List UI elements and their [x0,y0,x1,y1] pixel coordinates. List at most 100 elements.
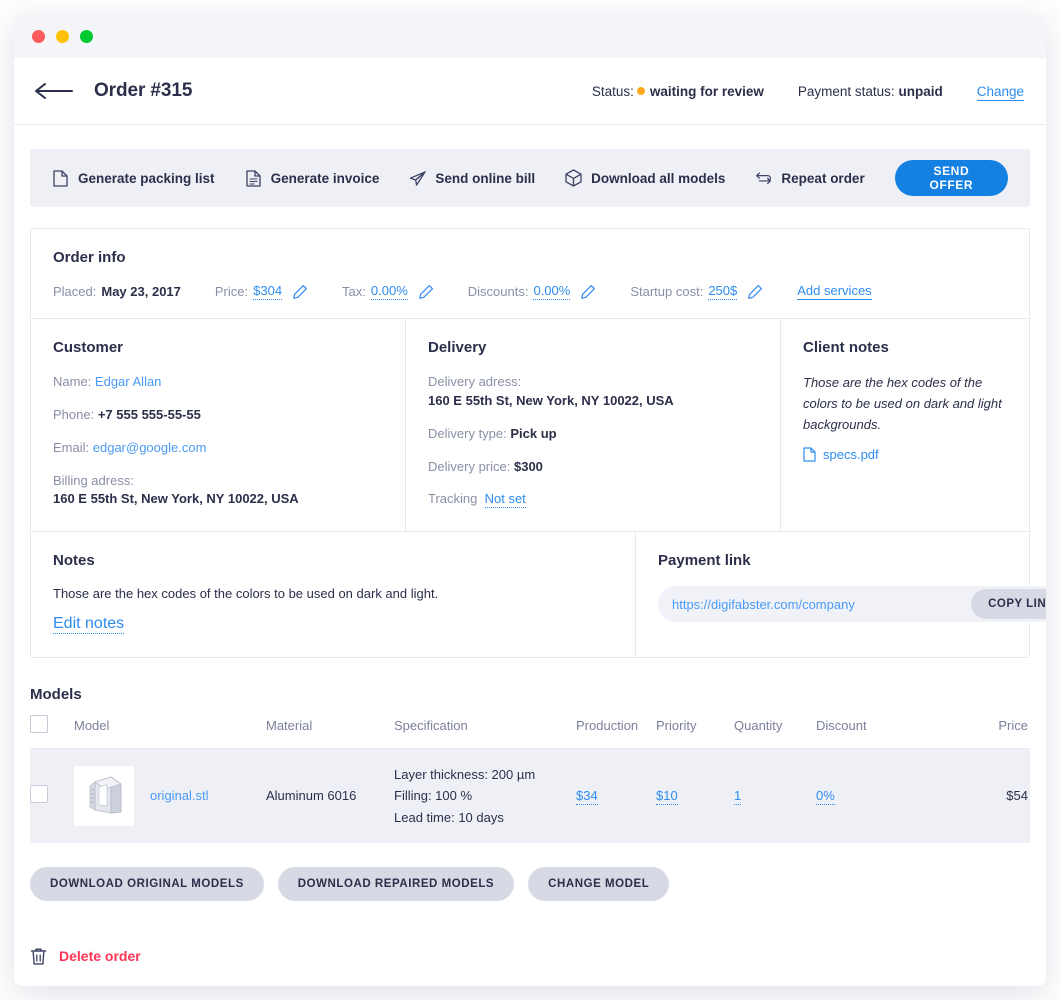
column-material: Material [266,715,394,749]
window-minimize-button[interactable] [56,30,69,43]
delivery-price-field: Delivery price: $300 [428,458,758,477]
payment-link-section: Payment link COPY LINK [636,532,1046,657]
edit-tax-pencil-icon[interactable] [418,284,434,300]
column-model: Model [74,715,266,749]
delivery-address-label: Delivery adress: [428,373,758,392]
add-services-link[interactable]: Add services [797,283,871,300]
spec-layer-thickness: Layer thickness: 200 µm [394,764,576,785]
models-table: Model Material Specification Production … [30,715,1030,843]
order-info-title: Order info [53,249,1007,266]
spec-filling: Filling: 100 % [394,785,576,806]
customer-name-link[interactable]: Edgar Allan [95,374,162,389]
arrow-left-icon[interactable] [34,81,76,101]
edit-discounts-pencil-icon[interactable] [580,284,596,300]
order-info-section: Order info Placed: May 23, 2017 Price: $… [31,229,1029,318]
spec-lead-time: Lead time: 10 days [394,807,576,828]
notes-payment-row: Notes Those are the hex codes of the col… [31,532,1029,657]
repeat-icon [755,169,772,187]
repeat-order-button[interactable]: Repeat order [755,169,864,187]
placed-value: May 23, 2017 [101,284,181,299]
row-checkbox[interactable] [30,785,48,803]
price-label: Price: [215,284,248,299]
customer-email-field: Email: edgar@google.com [53,439,383,458]
window-close-button[interactable] [32,30,45,43]
repeat-order-label: Repeat order [781,171,864,186]
customer-name-label: Name: [53,374,91,389]
table-row: original.stl Aluminum 6016 Layer thickne… [30,749,1030,843]
edit-startup-cost-pencil-icon[interactable] [747,284,763,300]
column-priority: Priority [656,715,734,749]
client-notes-text: Those are the hex codes of the colors to… [803,373,1007,435]
quantity-value-link[interactable]: 1 [734,788,741,805]
client-notes-attachment[interactable]: specs.pdf [803,447,1007,462]
row-model-cell: original.stl [74,749,266,843]
table-header-row: Model Material Specification Production … [30,715,1030,749]
customer-name-field: Name: Edgar Allan [53,373,383,392]
send-online-bill-button[interactable]: Send online bill [409,169,535,187]
column-production: Production [576,715,656,749]
delivery-address-field: Delivery adress: 160 E 55th St, New York… [428,373,758,411]
customer-phone-label: Phone: [53,407,94,422]
delete-order-button[interactable]: Delete order [30,947,1046,966]
discounts-field: Discounts: 0.00% [468,283,597,300]
discount-value-link[interactable]: 0% [816,788,835,805]
row-discount-cell: 0% [816,749,926,843]
status-badge: waiting for review [650,84,764,99]
notes-section: Notes Those are the hex codes of the col… [31,532,636,657]
generate-packing-list-button[interactable]: Generate packing list [52,169,215,187]
price-value-link[interactable]: $304 [253,283,282,300]
generate-packing-list-label: Generate packing list [78,171,215,186]
download-repaired-models-button[interactable]: DOWNLOAD REPAIRED MODELS [278,867,514,901]
startup-cost-label: Startup cost: [630,284,703,299]
delivery-type-label: Delivery type: [428,426,507,441]
tracking-field: Tracking Not set [428,490,758,509]
cube-icon [565,169,582,187]
payment-link-input[interactable] [672,597,971,612]
column-quantity: Quantity [734,715,816,749]
edit-price-pencil-icon[interactable] [292,284,308,300]
customer-section: Customer Name: Edgar Allan Phone: +7 555… [31,319,406,531]
generate-invoice-button[interactable]: Generate invoice [245,169,380,187]
tax-value-link[interactable]: 0.00% [371,283,408,300]
customer-title: Customer [53,339,383,356]
placed-field: Placed: May 23, 2017 [53,284,181,299]
delivery-title: Delivery [428,339,758,356]
edit-notes-link[interactable]: Edit notes [53,615,124,634]
payment-status: Payment status: unpaid [798,84,943,99]
select-all-header [30,715,74,749]
column-discount: Discount [816,715,926,749]
startup-cost-value-link[interactable]: 250$ [708,283,737,300]
client-notes-file-name: specs.pdf [823,447,879,462]
production-value-link[interactable]: $34 [576,788,598,805]
send-offer-button[interactable]: SEND OFFER [895,160,1008,196]
page-title: Order #315 [94,80,192,102]
row-price-cell: $54 [926,749,1030,843]
select-all-checkbox[interactable] [30,715,48,733]
priority-value-link[interactable]: $10 [656,788,678,805]
tracking-value-link[interactable]: Not set [485,491,526,508]
download-all-models-button[interactable]: Download all models [565,169,725,187]
delivery-type-field: Delivery type: Pick up [428,425,758,444]
customer-billing-label: Billing adress: [53,472,383,491]
startup-cost-field: Startup cost: 250$ [630,283,763,300]
row-select-cell [30,749,74,843]
discounts-value-link[interactable]: 0.00% [533,283,570,300]
customer-billing-value: 160 E 55th St, New York, NY 10022, USA [53,490,383,509]
change-model-button[interactable]: CHANGE MODEL [528,867,669,901]
generate-invoice-label: Generate invoice [271,171,380,186]
customer-email-link[interactable]: edgar@google.com [93,440,207,455]
window-maximize-button[interactable] [80,30,93,43]
delete-order-label: Delete order [59,948,141,964]
model-thumbnail[interactable] [74,766,134,826]
delivery-price-label: Delivery price: [428,459,510,474]
file-lines-icon [245,169,262,187]
model-name-link[interactable]: original.stl [150,788,209,803]
copy-link-button[interactable]: COPY LINK [971,589,1046,619]
notes-title: Notes [53,552,613,569]
payment-link-bar: COPY LINK [658,586,1046,622]
download-original-models-button[interactable]: DOWNLOAD ORIGINAL MODELS [30,867,264,901]
change-status-link[interactable]: Change [977,84,1024,101]
client-notes-title: Client notes [803,339,1007,356]
customer-phone-field: Phone: +7 555 555-55-55 [53,406,383,425]
download-all-models-label: Download all models [591,171,725,186]
